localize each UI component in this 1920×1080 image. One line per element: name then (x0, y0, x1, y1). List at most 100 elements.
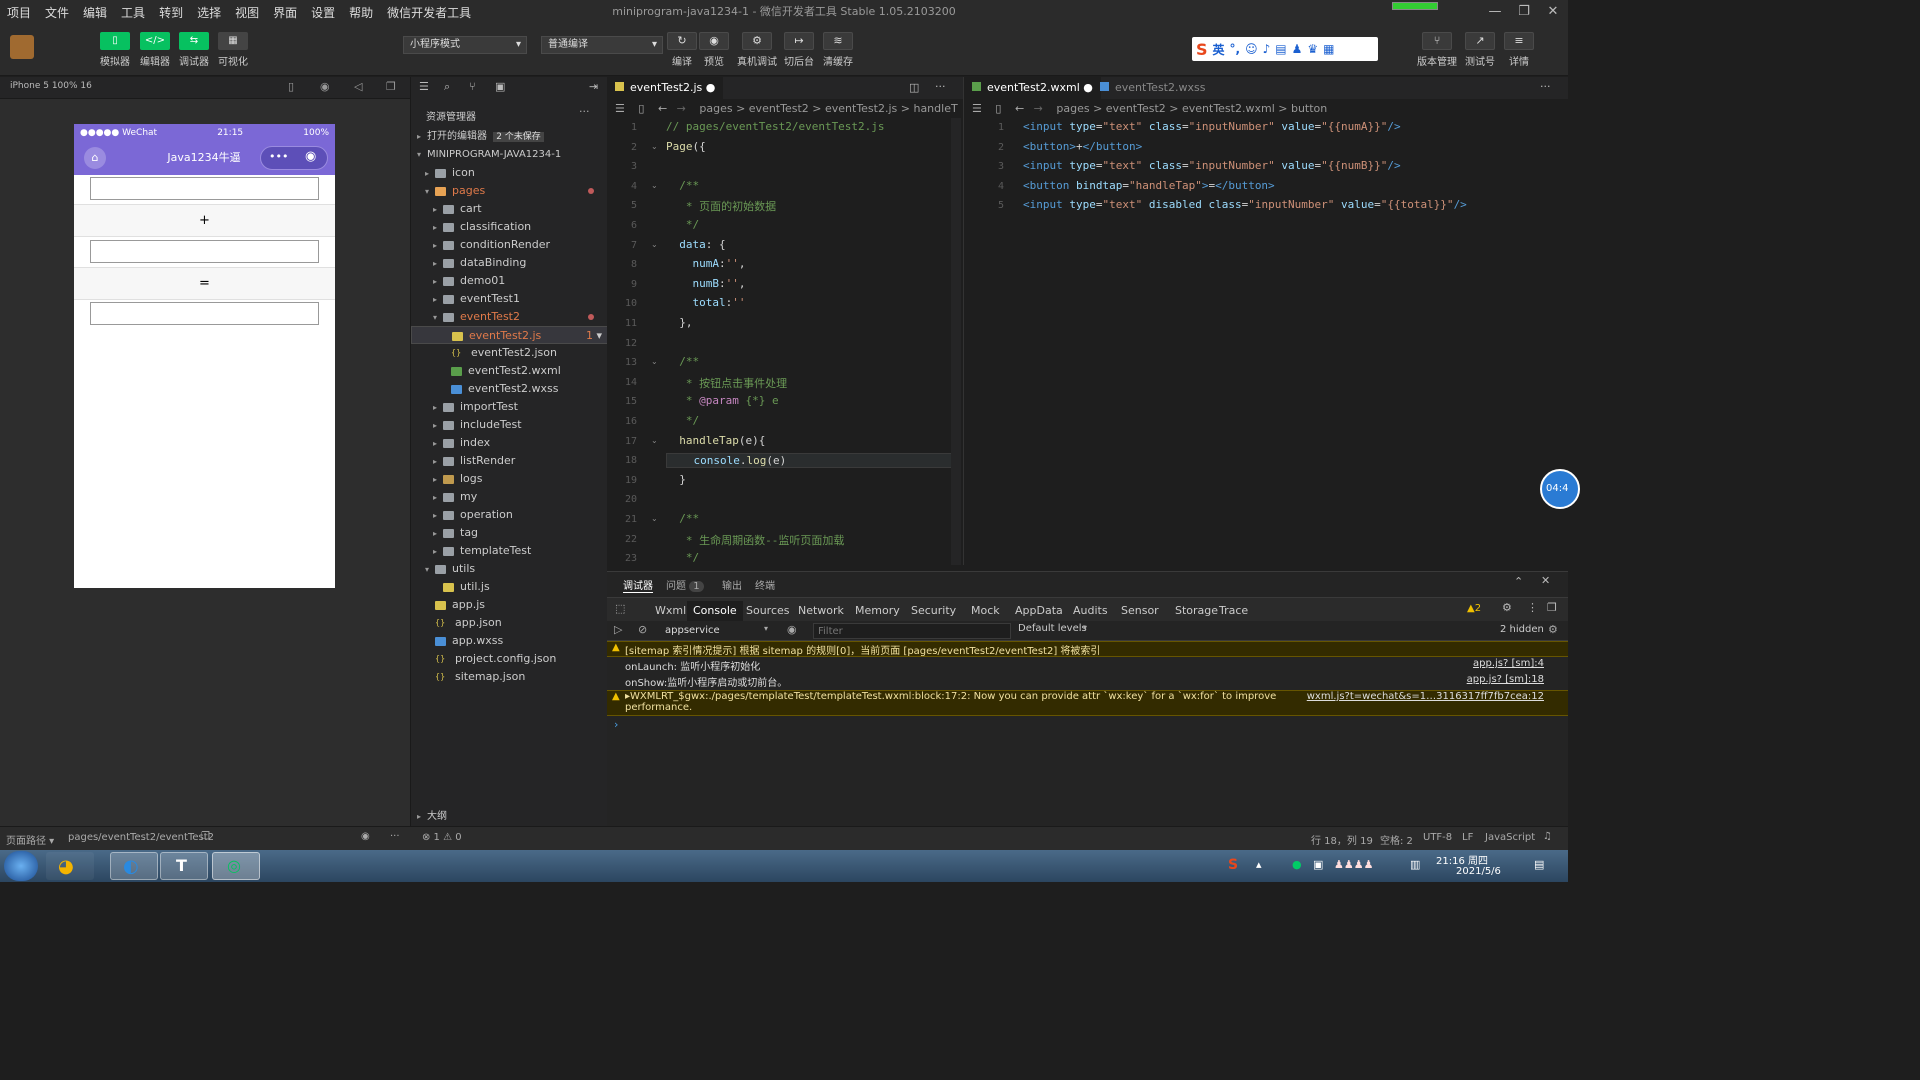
eol[interactable]: LF (1462, 832, 1473, 843)
code-line[interactable]: /** (666, 179, 699, 192)
tree-item[interactable]: ▸ templateTest (411, 542, 608, 560)
code-line[interactable]: /** (666, 355, 699, 368)
avatar[interactable] (10, 35, 34, 59)
tab-eventtest2-wxml[interactable]: eventTest2.wxml ● (964, 77, 1101, 99)
tree-item[interactable]: app.wxss (411, 632, 608, 650)
menu-item-2[interactable]: 编辑 (76, 4, 114, 21)
tab-output[interactable]: 输出 (722, 577, 742, 592)
fold-icon[interactable]: ⌄ (651, 142, 658, 151)
tree-item[interactable]: {} sitemap.json (411, 668, 608, 686)
tree-item[interactable]: ▸ icon (411, 164, 608, 182)
menu-item-3[interactable]: 工具 (114, 4, 152, 21)
devtools-tab[interactable]: Trace (1213, 601, 1254, 621)
start-button[interactable] (4, 851, 38, 881)
code-line[interactable]: } (666, 473, 686, 486)
indent-setting[interactable]: 空格: 2 (1380, 832, 1413, 847)
fold-icon[interactable]: ⌄ (651, 181, 658, 190)
language-mode[interactable]: JavaScript (1485, 832, 1535, 843)
tab-terminal[interactable]: 终端 (755, 577, 775, 592)
volume-icon[interactable]: ◁ (354, 80, 362, 93)
tab-eventtest2-wxss[interactable]: eventTest2.wxss (1092, 77, 1213, 99)
gear-icon[interactable]: ⚙ (1502, 601, 1512, 614)
editor-js[interactable]: eventTest2.js ● ◫ ··· ☰ ▯ ← → pages > ev… (607, 77, 963, 565)
close-button[interactable]: ✕ (1538, 0, 1568, 24)
menu-item-7[interactable]: 界面 (266, 4, 304, 21)
code-line[interactable]: <button bindtap="handleTap">=</button> (1023, 179, 1275, 192)
menu-item-5[interactable]: 选择 (190, 4, 228, 21)
simulator-button[interactable]: ▯ 模拟器 (98, 24, 132, 68)
chevron-down-icon[interactable]: ▾ (1083, 623, 1087, 632)
code-line[interactable]: <input type="text" class="inputNumber" v… (1023, 120, 1401, 133)
menu-item-9[interactable]: 帮助 (342, 4, 380, 21)
maximize-button[interactable]: ❐ (1509, 0, 1539, 24)
forward-icon[interactable]: → (677, 102, 686, 115)
tray-icon[interactable]: ▣ (1313, 858, 1323, 871)
fold-icon[interactable]: ⌄ (651, 514, 658, 523)
tree-item[interactable]: util.js (411, 578, 608, 596)
tree-item[interactable]: ▾ pages (411, 182, 608, 200)
console-source-link[interactable]: app.js? [sm]:18 (1467, 674, 1544, 685)
menu-item-0[interactable]: 项目 (0, 4, 38, 21)
network-icon[interactable]: ▥ (1410, 858, 1420, 871)
devtools-tab[interactable]: Sensor (1115, 601, 1165, 621)
num-b-input[interactable] (90, 240, 319, 263)
code-line[interactable]: * 页面的初始数据 (666, 198, 776, 214)
tree-item[interactable]: ▸ importTest (411, 398, 608, 416)
tab-eventtest2-js[interactable]: eventTest2.js ● (607, 77, 724, 99)
problem-summary[interactable]: ⊗ 1 ⚠ 0 (422, 832, 462, 843)
console-source-link[interactable]: wxml.js?t=wechat&s=1…3116317ff7fb7cea:12 (1307, 691, 1544, 702)
list-icon[interactable]: ☰ (615, 102, 625, 115)
code-line[interactable]: */ (666, 414, 699, 427)
code-line[interactable]: * 生命周期函数--监听页面加载 (666, 532, 845, 548)
tree-item[interactable]: ▸ conditionRender (411, 236, 608, 254)
code-line[interactable]: * @param {*} e (666, 394, 779, 407)
clear-cache-button[interactable]: ≋ 清缓存 (818, 24, 858, 68)
floating-timer[interactable]: 04:4 (1540, 469, 1580, 509)
chevron-down-icon[interactable]: ▾ (764, 624, 768, 633)
sogou-tray-icon[interactable]: S (1228, 857, 1238, 873)
dock-icon[interactable]: ❐ (1547, 601, 1557, 614)
minimize-button[interactable]: — (1480, 0, 1510, 24)
wechat-tray-icon[interactable]: ● (1292, 858, 1302, 871)
ime-toolbar[interactable]: S 英 °, ☺ ♪ ▤ ♟ ♛ ▦ (1192, 37, 1378, 61)
scrollbar[interactable] (951, 118, 961, 565)
code-line[interactable]: <button>+</button> (1023, 140, 1142, 153)
devtools-tab[interactable]: Memory (849, 601, 906, 621)
menu-item-8[interactable]: 设置 (304, 4, 342, 21)
tree-item[interactable]: ▸ eventTest1 (411, 290, 608, 308)
code-line[interactable]: }, (666, 316, 692, 329)
list-icon[interactable]: ☰ (419, 80, 429, 93)
code-line[interactable]: <input type="text" class="inputNumber" v… (1023, 159, 1401, 172)
compile-select[interactable]: 普通编译 (541, 36, 663, 54)
notification-icon[interactable]: ▤ (1534, 858, 1544, 871)
split-icon[interactable]: ◫ (909, 81, 919, 94)
taskbar-app-text[interactable]: T (160, 852, 208, 880)
devtools-tab[interactable]: Wxml (649, 601, 692, 621)
tree-item[interactable]: ▸ cart (411, 200, 608, 218)
tree-item[interactable]: ▸ tag (411, 524, 608, 542)
home-icon[interactable]: ⌂ (84, 147, 106, 169)
tree-item[interactable]: ▸ operation (411, 506, 608, 524)
equal-button[interactable]: = (74, 267, 335, 300)
device-select[interactable]: iPhone 5 100% 16 (10, 81, 92, 91)
console-source-link[interactable]: app.js? [sm]:4 (1473, 658, 1544, 669)
bookmark-icon[interactable]: ▯ (995, 102, 1001, 115)
preview-button[interactable]: ◉ 预览 (694, 24, 734, 68)
code-line[interactable]: // pages/eventTest2/eventTest2.js (666, 120, 885, 133)
code-line[interactable]: console.log(e) (666, 453, 956, 469)
tree-item[interactable]: ▸ listRender (411, 452, 608, 470)
tree-item[interactable]: app.js (411, 596, 608, 614)
taskbar-app-browser[interactable]: ◕ (46, 852, 94, 880)
close-circle-icon[interactable]: ◉ (305, 149, 316, 164)
phone-icon[interactable]: ▯ (288, 80, 294, 93)
search-icon[interactable]: ⌕ (444, 80, 450, 94)
outline-header[interactable]: ▸ 大纲 (411, 808, 608, 826)
fold-icon[interactable]: ⌄ (651, 436, 658, 445)
fold-icon[interactable]: ⌄ (651, 240, 658, 249)
menu-item-6[interactable]: 视图 (228, 4, 266, 21)
tree-item[interactable]: {} app.json (411, 614, 608, 632)
tree-item[interactable]: eventTest2.wxss (411, 380, 608, 398)
menu-item-1[interactable]: 文件 (38, 4, 76, 21)
devtools-tab[interactable]: Sources (740, 601, 796, 621)
tree-item[interactable]: {} project.config.json (411, 650, 608, 668)
